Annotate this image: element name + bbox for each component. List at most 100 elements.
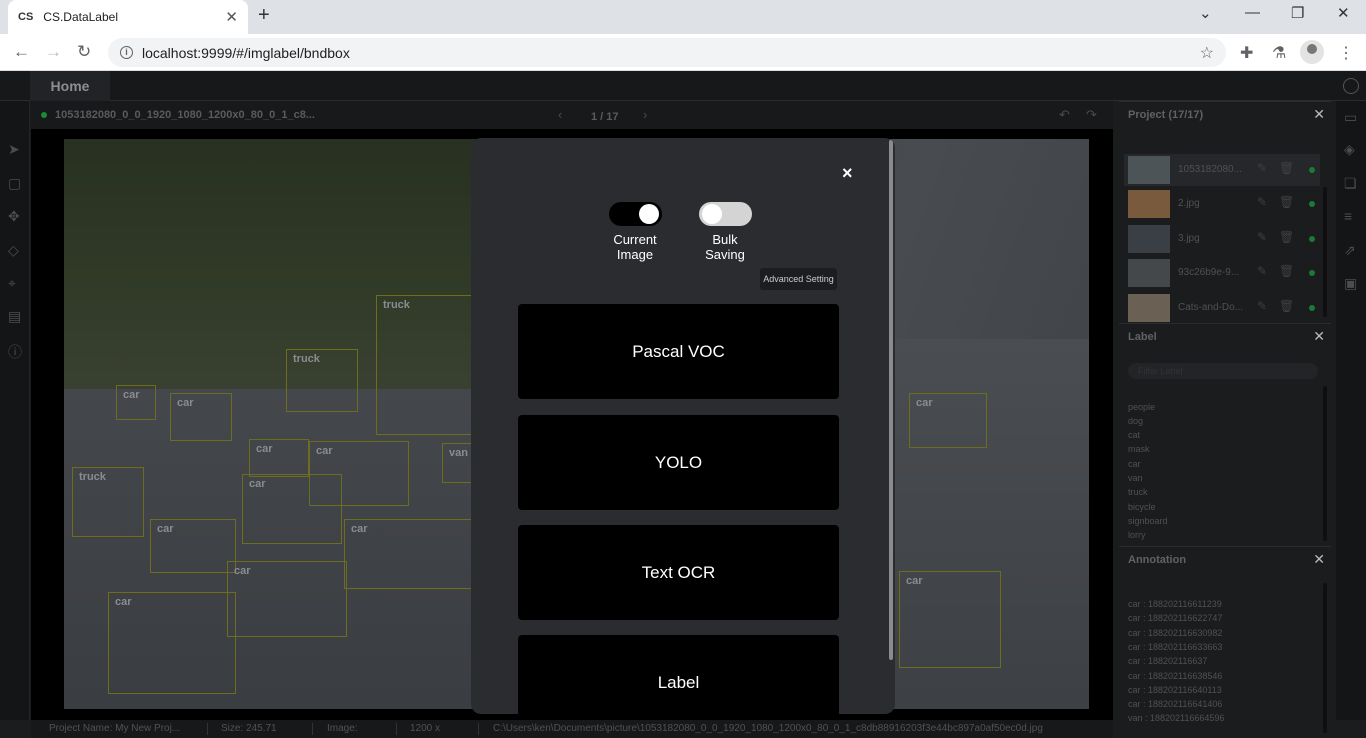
- bbox[interactable]: car: [170, 393, 232, 441]
- label-item[interactable]: cat: [1128, 430, 1140, 440]
- project-panel-close-icon[interactable]: ✕: [1313, 106, 1325, 123]
- maximize-icon[interactable]: ❐: [1291, 4, 1304, 22]
- advanced-setting-button[interactable]: Advanced Setting: [760, 268, 837, 290]
- label-item[interactable]: van: [1128, 473, 1143, 483]
- bbox[interactable]: car: [249, 439, 309, 477]
- edit-icon[interactable]: ✎: [1257, 230, 1267, 244]
- project-scrollbar[interactable]: [1323, 187, 1327, 317]
- bulk-saving-toggle[interactable]: [699, 202, 752, 226]
- trash-icon[interactable]: 🗑: [1279, 161, 1294, 175]
- list-icon[interactable]: ≡: [1344, 208, 1352, 224]
- folder-icon[interactable]: ▭: [1344, 109, 1357, 126]
- current-image-toggle[interactable]: [609, 202, 662, 226]
- trash-icon[interactable]: 🗑: [1279, 299, 1294, 313]
- info-tool-icon[interactable]: ⓘ: [8, 342, 22, 362]
- label-panel-close-icon[interactable]: ✕: [1313, 328, 1325, 345]
- project-item[interactable]: 1053182080... ✎ 🗑: [1124, 154, 1320, 186]
- next-image-icon[interactable]: ›: [643, 107, 647, 122]
- tab-search-icon[interactable]: ⌄: [1199, 4, 1212, 22]
- window-close-icon[interactable]: ✕: [1337, 4, 1350, 22]
- select-tool-icon[interactable]: ➤: [8, 141, 20, 158]
- annotation-item[interactable]: van : 188202116664596: [1128, 713, 1224, 723]
- tag-icon[interactable]: ◈: [1344, 141, 1355, 158]
- label-item[interactable]: signboard: [1128, 516, 1168, 526]
- label-item[interactable]: dog: [1128, 416, 1143, 426]
- label-button[interactable]: Label: [518, 635, 839, 714]
- crosshair-tool-icon[interactable]: ⌖: [8, 275, 16, 292]
- label-item[interactable]: truck: [1128, 487, 1148, 497]
- copy-icon[interactable]: ❏: [1344, 175, 1357, 192]
- image-icon[interactable]: ▣: [1344, 275, 1357, 292]
- label-search-input[interactable]: Filter Label: [1128, 363, 1318, 379]
- bbox[interactable]: car: [909, 393, 987, 448]
- browser-tab[interactable]: CS CS.DataLabel ✕: [8, 0, 248, 34]
- export-icon[interactable]: ⇗: [1344, 242, 1356, 259]
- bbox[interactable]: truck: [376, 295, 476, 435]
- eraser-tool-icon[interactable]: ◇: [8, 242, 19, 259]
- text-ocr-button[interactable]: Text OCR: [518, 525, 839, 620]
- annotation-item[interactable]: car : 188202116633663: [1128, 642, 1222, 652]
- yolo-button[interactable]: YOLO: [518, 415, 839, 510]
- edit-icon[interactable]: ✎: [1257, 161, 1267, 175]
- annotation-item[interactable]: car : 188202116641406: [1128, 699, 1222, 709]
- bbox[interactable]: truck: [72, 467, 144, 537]
- bbox[interactable]: car: [108, 592, 236, 694]
- edit-icon[interactable]: ✎: [1257, 299, 1267, 313]
- annotation-item[interactable]: car : 188202116640113: [1128, 685, 1222, 695]
- label-item[interactable]: mask: [1128, 444, 1150, 454]
- site-info-icon[interactable]: i: [120, 46, 133, 59]
- menu-dots-icon[interactable]: ⋮: [1338, 43, 1354, 63]
- extensions-icon[interactable]: ✚: [1240, 43, 1253, 63]
- bbox[interactable]: car: [242, 474, 342, 544]
- labs-flask-icon[interactable]: ⚗: [1272, 43, 1286, 63]
- bbox[interactable]: car: [227, 561, 347, 637]
- label-item[interactable]: people: [1128, 402, 1155, 412]
- redo-icon[interactable]: ↷: [1086, 107, 1097, 123]
- bookmark-star-icon[interactable]: ☆: [1200, 43, 1214, 63]
- bbox[interactable]: car: [899, 571, 1001, 668]
- reload-icon[interactable]: ↻: [77, 42, 91, 62]
- label-item[interactable]: car: [1128, 459, 1141, 469]
- annotation-item[interactable]: car : 188202116630982: [1128, 628, 1222, 638]
- move-tool-icon[interactable]: ✥: [8, 208, 20, 225]
- annotation-item[interactable]: car : 188202116611239: [1128, 599, 1222, 609]
- user-icon[interactable]: [1343, 78, 1359, 94]
- back-icon[interactable]: ←: [13, 42, 30, 62]
- forward-icon[interactable]: →: [45, 42, 62, 62]
- label-item[interactable]: lorry: [1128, 530, 1146, 540]
- bbox[interactable]: car: [150, 519, 236, 573]
- bbox[interactable]: truck: [286, 349, 358, 412]
- url-field[interactable]: i localhost:9999/#/imglabel/bndbox ☆: [108, 38, 1226, 67]
- pascal-voc-button[interactable]: Pascal VOC: [518, 304, 839, 399]
- project-item[interactable]: Cats-and-Do... ✎ 🗑: [1124, 292, 1320, 324]
- project-item[interactable]: 2.jpg ✎ 🗑: [1124, 188, 1320, 220]
- bbox[interactable]: car: [344, 519, 472, 589]
- left-toolbar: ➤ ▢ ✥ ◇ ⌖ ▤ ⓘ: [0, 101, 30, 720]
- prev-image-icon[interactable]: ‹: [558, 107, 562, 122]
- annotation-scrollbar[interactable]: [1323, 583, 1327, 733]
- label-item[interactable]: bicycle: [1128, 502, 1156, 512]
- bbox-tool-icon[interactable]: ▢: [8, 175, 21, 192]
- trash-icon[interactable]: 🗑: [1279, 195, 1294, 209]
- profile-avatar[interactable]: [1300, 40, 1324, 64]
- trash-icon[interactable]: 🗑: [1279, 230, 1294, 244]
- project-item[interactable]: 3.jpg ✎ 🗑: [1124, 223, 1320, 255]
- annotation-item[interactable]: car : 188202116637: [1128, 656, 1207, 666]
- save-tool-icon[interactable]: ▤: [8, 308, 21, 325]
- minimize-icon[interactable]: —: [1245, 4, 1260, 21]
- modal-scrollbar[interactable]: [889, 140, 893, 660]
- new-tab-icon[interactable]: +: [258, 4, 270, 27]
- edit-icon[interactable]: ✎: [1257, 264, 1267, 278]
- project-item[interactable]: 93c26b9e-9... ✎ 🗑: [1124, 257, 1320, 289]
- edit-icon[interactable]: ✎: [1257, 195, 1267, 209]
- undo-icon[interactable]: ↶: [1059, 107, 1070, 123]
- annotation-item[interactable]: car : 188202116638546: [1128, 671, 1222, 681]
- modal-close-icon[interactable]: ×: [842, 163, 853, 184]
- trash-icon[interactable]: 🗑: [1279, 264, 1294, 278]
- label-scrollbar[interactable]: [1323, 386, 1327, 541]
- bbox[interactable]: car: [116, 385, 156, 420]
- annotation-panel-close-icon[interactable]: ✕: [1313, 551, 1325, 568]
- annotation-item[interactable]: car : 188202116622747: [1128, 613, 1222, 623]
- home-tab[interactable]: Home: [30, 71, 110, 101]
- tab-close-icon[interactable]: ✕: [225, 8, 238, 26]
